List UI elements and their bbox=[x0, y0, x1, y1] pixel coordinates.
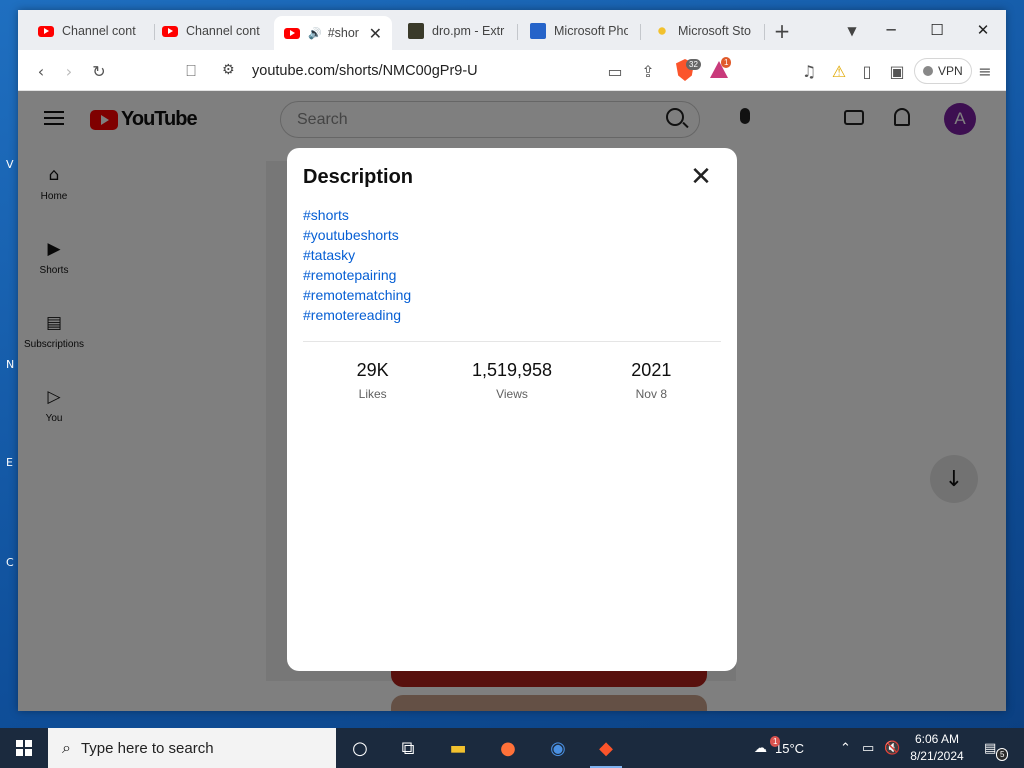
minimize-button[interactable]: ─ bbox=[868, 10, 914, 50]
notification-center-icon[interactable]: ▤ bbox=[984, 728, 996, 768]
weather-widget[interactable]: ☁ 15°C bbox=[754, 728, 804, 768]
upload-year: 2021 bbox=[631, 360, 672, 380]
divider bbox=[303, 341, 721, 342]
weather-icon: ☁ bbox=[754, 740, 767, 756]
new-tab-button[interactable]: + bbox=[768, 18, 796, 44]
address-bar[interactable]: ⚙ youtube.com/shorts/NMC00gPr9-U bbox=[214, 55, 744, 86]
close-tab-icon[interactable]: ✕ bbox=[369, 24, 382, 43]
vpn-status-icon bbox=[923, 66, 933, 76]
chrome-icon[interactable]: ◉ bbox=[534, 728, 582, 768]
wallet-icon[interactable]: ▣ bbox=[884, 58, 910, 84]
show-hidden-icons-chevron-icon[interactable]: ⌃ bbox=[840, 728, 851, 768]
tab-label: Microsoft Pho bbox=[554, 24, 628, 38]
tab-label: Channel conte bbox=[186, 24, 260, 38]
cast-icon[interactable]: ▭ bbox=[602, 58, 628, 84]
likes-label: Likes bbox=[358, 387, 387, 401]
tab-channel-content-2[interactable]: Channel conte bbox=[152, 16, 276, 46]
hashtag-link[interactable]: #remotereading bbox=[303, 305, 721, 325]
tab-strip: Channel conte Channel conte 🔊 #shor ✕ dr… bbox=[18, 10, 1006, 50]
taskbar-search-placeholder: Type here to search bbox=[80, 739, 214, 757]
bookmark-icon[interactable]: ⎕ bbox=[178, 58, 204, 84]
likes-count: 29K bbox=[356, 360, 389, 380]
tab-label: Channel conte bbox=[62, 24, 136, 38]
close-window-button[interactable]: ✕ bbox=[960, 10, 1006, 50]
shields-badge: 32 bbox=[686, 59, 701, 70]
share-icon[interactable]: ⇪ bbox=[635, 58, 661, 84]
youtube-icon bbox=[162, 25, 178, 37]
tab-search-chevron-icon[interactable]: ▼ bbox=[838, 18, 866, 44]
reload-button[interactable]: ↻ bbox=[86, 58, 112, 84]
start-button[interactable] bbox=[0, 728, 48, 768]
clock[interactable]: 6:06 AM 8/21/2024 bbox=[902, 731, 972, 765]
vpn-label: VPN bbox=[938, 64, 963, 78]
browser-window: Channel conte Channel conte 🔊 #shor ✕ dr… bbox=[18, 10, 1006, 711]
url-text: youtube.com/shorts/NMC00gPr9-U bbox=[252, 62, 478, 79]
views-count: 1,519,958 bbox=[471, 360, 553, 380]
browser-toolbar: ‹ › ↻ ⎕ ⚙ youtube.com/shorts/NMC00gPr9-U… bbox=[18, 50, 1006, 91]
youtube-page: YouTube Search A ⌂ Home ▶ Shorts ▤ Subsc… bbox=[18, 91, 1006, 711]
video-stats: 29K Likes 1,519,958 Views 2021 Nov 8 bbox=[303, 360, 721, 401]
windows-logo-icon bbox=[16, 740, 32, 756]
desktop-icon-fragment[interactable]: E bbox=[6, 456, 13, 469]
volume-muted-icon[interactable]: 🔇 bbox=[884, 728, 900, 768]
tab-microsoft-store[interactable]: Microsoft Sto bbox=[644, 16, 762, 46]
hashtag-link[interactable]: #tatasky bbox=[303, 245, 721, 265]
desktop-icon-fragment[interactable]: N bbox=[6, 358, 14, 371]
tab-separator bbox=[640, 24, 641, 40]
close-icon[interactable]: ✕ bbox=[686, 162, 716, 192]
media-icon[interactable]: ♫ bbox=[796, 58, 822, 84]
hashtag-link[interactable]: #youtubeshorts bbox=[303, 225, 721, 245]
likes-stat: 29K Likes bbox=[303, 360, 442, 401]
hashtag-list: #shorts #youtubeshorts #tatasky #remotep… bbox=[303, 205, 721, 325]
network-icon[interactable]: ▭ bbox=[862, 728, 874, 768]
dro-icon bbox=[408, 23, 424, 39]
desktop-icon-fragment[interactable]: C bbox=[6, 556, 14, 569]
desktop-icon-fragment[interactable]: V bbox=[6, 158, 14, 171]
tab-label: #shor bbox=[327, 26, 359, 40]
brave-icon[interactable]: ◆ bbox=[582, 728, 630, 768]
taskbar-search-box[interactable]: ⌕ Type here to search bbox=[48, 728, 336, 768]
dialog-title: Description bbox=[303, 166, 414, 188]
menu-icon[interactable]: ≡ bbox=[972, 58, 998, 84]
youtube-icon bbox=[38, 25, 54, 37]
cortana-icon[interactable]: ○ bbox=[336, 728, 384, 768]
search-icon: ⌕ bbox=[62, 738, 71, 757]
speaker-icon[interactable]: 🔊 bbox=[308, 27, 322, 40]
upload-date: Nov 8 bbox=[635, 387, 667, 401]
maximize-button[interactable]: ☐ bbox=[914, 10, 960, 50]
clock-date: 8/21/2024 bbox=[910, 749, 964, 763]
site-info-icon[interactable]: ⚙ bbox=[222, 62, 235, 78]
microsoft-icon bbox=[530, 23, 546, 39]
tab-microsoft-photos[interactable]: Microsoft Pho bbox=[520, 16, 638, 46]
file-explorer-icon[interactable]: ▬ bbox=[434, 728, 482, 768]
tab-dro-pm[interactable]: dro.pm - Extr bbox=[398, 16, 516, 46]
taskbar: ⌕ Type here to search ○ ⧉ ▬ ● ◉ ◆ ☁ 15°C… bbox=[0, 728, 1024, 768]
views-label: Views bbox=[496, 387, 528, 401]
tab-label: dro.pm - Extr bbox=[432, 24, 505, 38]
vpn-button[interactable]: VPN bbox=[914, 58, 972, 84]
hashtag-link[interactable]: #remotepairing bbox=[303, 265, 721, 285]
tab-label: Microsoft Sto bbox=[678, 24, 751, 38]
store-icon bbox=[654, 23, 670, 39]
forward-button[interactable]: › bbox=[56, 58, 82, 84]
sidebar-toggle-icon[interactable]: ▯ bbox=[854, 58, 880, 84]
hashtag-link[interactable]: #shorts bbox=[303, 205, 721, 225]
tab-shorts-active[interactable]: 🔊 #shor ✕ bbox=[274, 16, 392, 50]
task-view-icon[interactable]: ⧉ bbox=[384, 728, 432, 768]
description-dialog: Description ✕ #shorts #youtubeshorts #ta… bbox=[287, 148, 737, 671]
back-button[interactable]: ‹ bbox=[28, 58, 54, 84]
hashtag-link[interactable]: #remotematching bbox=[303, 285, 721, 305]
tab-channel-content-1[interactable]: Channel conte bbox=[28, 16, 152, 46]
tab-separator bbox=[517, 24, 518, 40]
date-stat: 2021 Nov 8 bbox=[582, 360, 721, 401]
tab-separator bbox=[764, 24, 765, 40]
notification-count-badge: 5 bbox=[996, 748, 1009, 761]
warning-icon[interactable]: ⚠ bbox=[826, 58, 852, 84]
views-stat: 1,519,958 Views bbox=[442, 360, 581, 401]
clock-time: 6:06 AM bbox=[914, 732, 960, 746]
youtube-icon bbox=[284, 27, 300, 39]
firefox-icon[interactable]: ● bbox=[484, 728, 532, 768]
